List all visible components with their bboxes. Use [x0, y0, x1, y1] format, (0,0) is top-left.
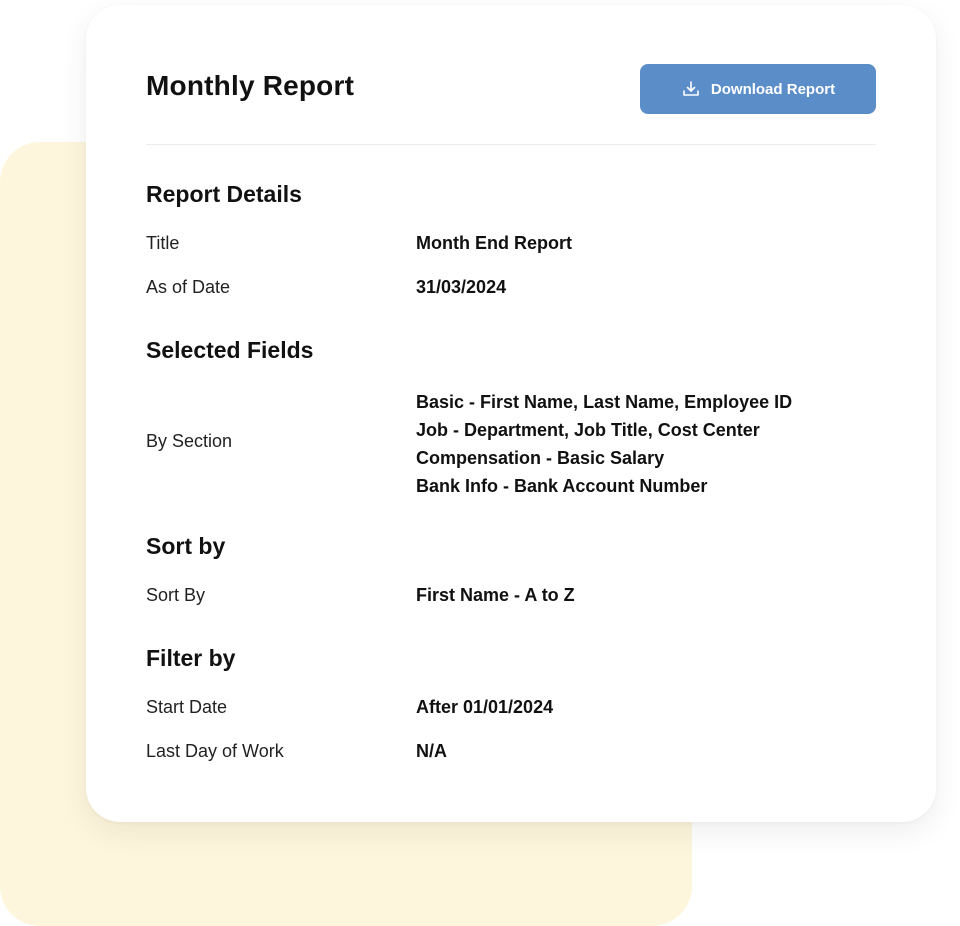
- field-label-by-section: By Section: [146, 431, 233, 451]
- field-value-by-section: Basic - First Name, Last Name, Employee …: [416, 388, 792, 500]
- selected-field-line: Bank Info - Bank Account Number: [416, 476, 708, 496]
- field-label-sort-by: Sort By: [146, 585, 206, 605]
- field-value-start-date: After 01/01/2024: [416, 697, 554, 717]
- section-heading-selected-fields: Selected Fields: [146, 337, 314, 363]
- field-label-last-day-of-work: Last Day of Work: [146, 741, 284, 761]
- selected-field-line: Job - Department, Job Title, Cost Center: [416, 420, 760, 440]
- page-title: Monthly Report: [146, 70, 355, 101]
- selected-field-line: Compensation - Basic Salary: [416, 448, 665, 468]
- field-value-sort-by: First Name - A to Z: [416, 585, 575, 605]
- download-button-label: Download Report: [710, 80, 836, 98]
- field-label-as-of-date: As of Date: [146, 277, 231, 297]
- selected-field-line: Basic - First Name, Last Name, Employee …: [416, 392, 793, 412]
- field-label-title: Title: [146, 233, 180, 253]
- field-label-start-date: Start Date: [146, 697, 228, 717]
- section-heading-report-details: Report Details: [146, 181, 302, 207]
- report-card: Monthly Report Download Report Report De…: [86, 5, 936, 822]
- field-value-as-of-date: 31/03/2024: [416, 277, 507, 297]
- field-value-last-day-of-work: N/A: [416, 741, 447, 761]
- section-heading-sort-by: Sort by: [146, 533, 226, 559]
- header-divider: [146, 144, 876, 145]
- field-value-title: Month End Report: [416, 233, 572, 253]
- download-report-button[interactable]: Download Report: [640, 64, 876, 114]
- section-heading-filter-by: Filter by: [146, 645, 236, 671]
- download-icon: [681, 79, 701, 99]
